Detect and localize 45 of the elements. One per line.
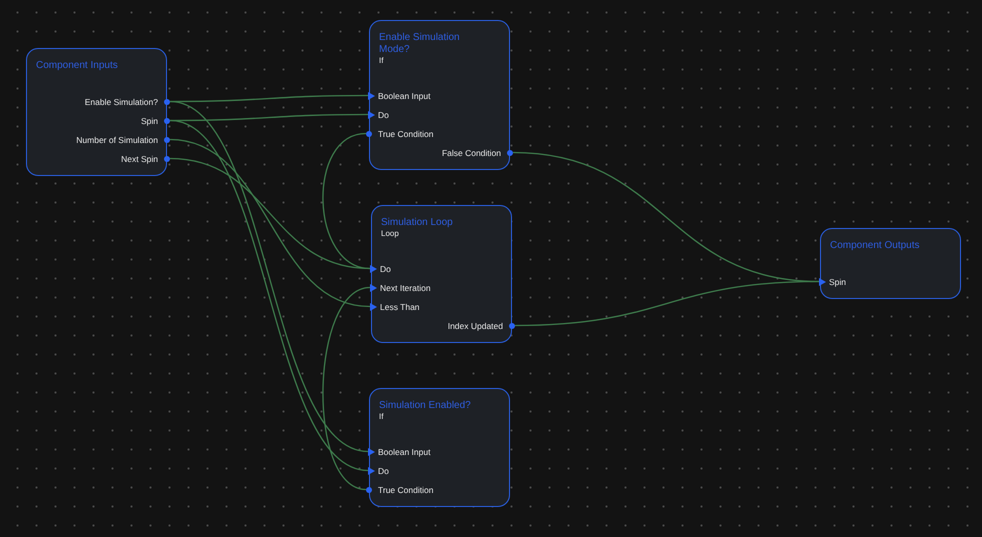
port-label: Next Iteration: [380, 282, 431, 292]
port-label: Enable Simulation?: [84, 96, 158, 106]
port-dot-icon[interactable]: [164, 118, 170, 124]
port-arrow-icon[interactable]: [368, 110, 375, 118]
port-dot-icon[interactable]: [164, 136, 170, 142]
port-arrow-icon[interactable]: [819, 278, 826, 286]
port-label: Do: [378, 466, 389, 476]
port-label: Boolean Input: [378, 446, 430, 456]
node-card[interactable]: Component Inputs Enable Simulation? Spin Number of Simulation Next Spin: [26, 48, 167, 176]
port-arrow-icon[interactable]: [370, 284, 377, 292]
node-type-label: If: [378, 412, 384, 422]
node-title: Simulation Enabled?: [378, 400, 472, 412]
node-type-label: If: [378, 56, 384, 66]
node-title: Component Outputs: [829, 240, 920, 252]
node-card[interactable]: Component Outputs Spin: [820, 228, 961, 299]
port-label: Spin: [140, 116, 158, 126]
port-label: Boolean Input: [378, 90, 430, 100]
port-label: Number of Simulation: [76, 134, 158, 144]
node-card[interactable]: Simulation Loop Loop Do Next Iteration Less Than Index Updated: [371, 205, 512, 343]
port-dot-icon[interactable]: [164, 156, 170, 162]
port-dot-icon[interactable]: [509, 322, 515, 328]
node-card[interactable]: Simulation Enabled? If Boolean Input Do True Condition: [369, 388, 510, 507]
port-label: Do: [380, 264, 391, 274]
port-dot-icon[interactable]: [366, 130, 372, 136]
port-arrow-icon[interactable]: [368, 466, 375, 474]
port-label: False Condition: [442, 148, 501, 158]
port-label: True Condition: [378, 484, 434, 494]
port-label: Index Updated: [448, 320, 503, 330]
node-card[interactable]: Enable Simulation Mode? If Boolean Input Do True Condition False Condition: [369, 20, 510, 170]
port-dot-icon[interactable]: [366, 486, 372, 492]
node-title: Enable Simulation Mode?: [378, 32, 461, 56]
port-label: Spin: [829, 276, 846, 286]
port-dot-icon[interactable]: [164, 98, 170, 104]
node-title: Component Inputs: [35, 60, 119, 72]
port-dot-icon[interactable]: [507, 150, 513, 156]
port-arrow-icon[interactable]: [368, 448, 375, 456]
port-label: Less Than: [380, 302, 420, 312]
port-arrow-icon[interactable]: [370, 302, 377, 310]
port-label: True Condition: [378, 128, 434, 138]
port-label: Do: [378, 110, 389, 120]
node-title: Simulation Loop: [380, 217, 454, 229]
port-arrow-icon[interactable]: [370, 264, 377, 272]
port-arrow-icon[interactable]: [368, 92, 375, 100]
port-label: Next Spin: [121, 154, 158, 164]
node-type-label: Loop: [380, 229, 400, 239]
